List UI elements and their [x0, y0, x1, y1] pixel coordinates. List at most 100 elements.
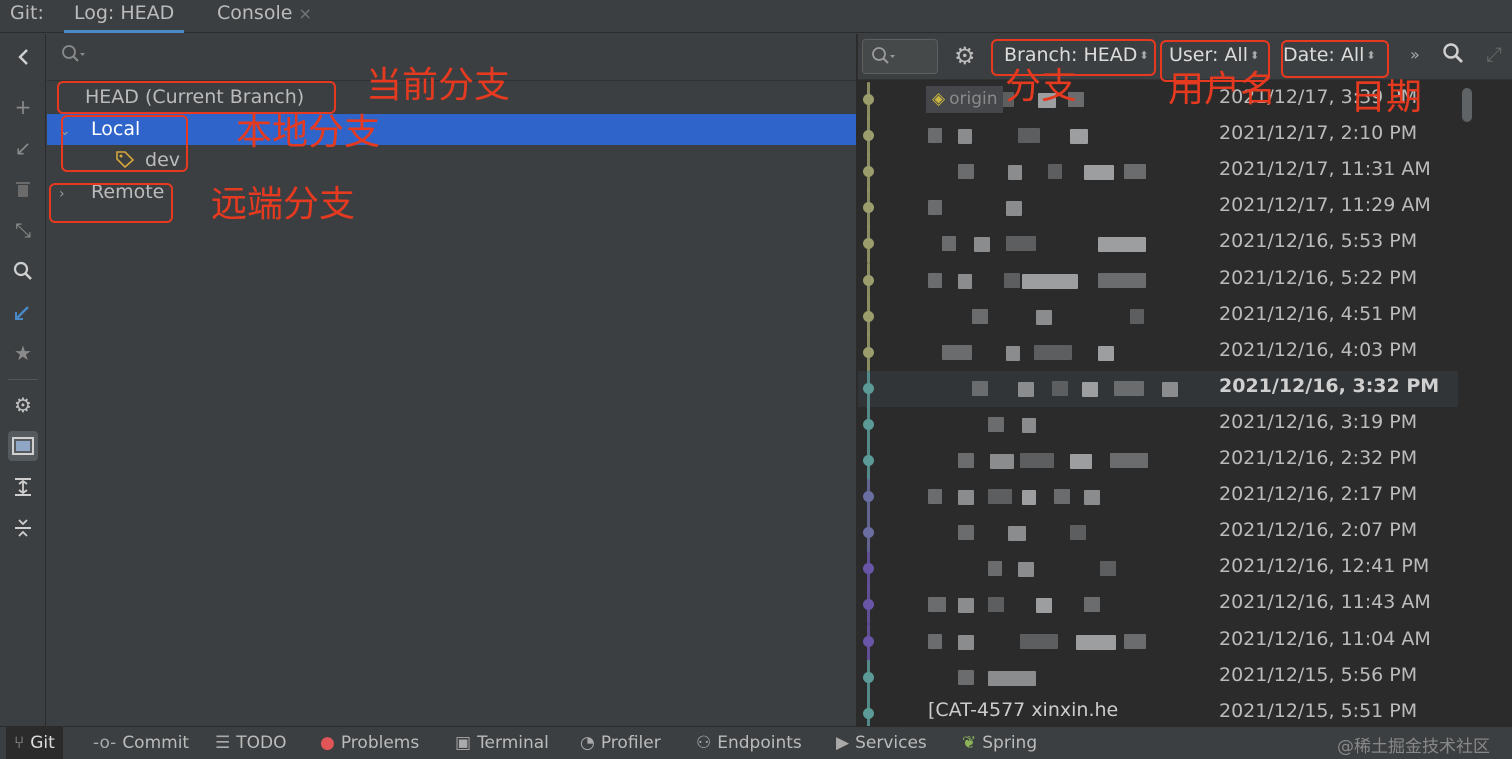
blurred-message-block — [1124, 164, 1146, 180]
pin-icon[interactable]: ⤢ — [1486, 42, 1502, 66]
annotation-current-branch: 当前分支 — [366, 65, 511, 106]
merge-icon[interactable]: ⤡ — [8, 215, 38, 245]
settings-icon[interactable]: ⚙ — [8, 390, 38, 420]
commit-row[interactable]: 2021/12/16, 2:32 PM — [858, 443, 1458, 481]
blurred-message-block — [988, 670, 1036, 686]
blurred-message-block — [942, 344, 972, 360]
commit-row[interactable]: 2021/12/16, 3:32 PM — [858, 370, 1458, 408]
branch-search-field[interactable] — [61, 44, 87, 69]
close-icon[interactable]: × — [298, 4, 311, 23]
bottom-tab-profiler-label: Profiler — [600, 733, 661, 753]
bottom-tab-commit[interactable]: -o- Commit — [93, 727, 189, 759]
blurred-message-block — [928, 597, 946, 613]
annotation-local-branch: 本地分支 — [236, 112, 381, 153]
tab-console[interactable]: Console × — [207, 0, 322, 33]
commit-row[interactable]: 2021/12/17, 2:10 PM — [858, 118, 1458, 156]
commit-row[interactable]: 2021/12/16, 12:41 PM — [858, 551, 1458, 589]
log-settings-icon[interactable]: ⚙ — [954, 42, 976, 70]
log-search-input[interactable] — [862, 39, 938, 74]
blurred-message-block — [958, 598, 974, 614]
watermark: @稀土掘金技术社区 — [1337, 737, 1490, 757]
panel-toggle-icon[interactable] — [8, 431, 38, 461]
commit-date: 2021/12/16, 5:22 PM — [1219, 266, 1418, 289]
more-filters-icon[interactable]: » — [1410, 45, 1420, 64]
spring-leaf-icon: ❦ — [962, 733, 977, 753]
bottom-tab-services[interactable]: ▶ Services — [836, 727, 927, 759]
commit-date: 2021/12/16, 5:53 PM — [1219, 230, 1418, 253]
blurred-message-block — [928, 200, 942, 216]
collapse-arrow-icon[interactable] — [8, 42, 38, 72]
commit-row[interactable]: 2021/12/16, 4:51 PM — [858, 298, 1458, 336]
annotation-box-date-filter — [1281, 40, 1389, 78]
delete-icon[interactable] — [8, 174, 38, 204]
commit-row[interactable]: 2021/12/16, 11:04 AM — [858, 623, 1458, 661]
toolbar-divider — [8, 379, 38, 380]
commit-log-panel: ⚙ Branch: HEAD ⬍ User: All ⬍ Date: All ⬍ » … — [858, 34, 1512, 733]
commit-row[interactable]: 2021/12/16, 2:07 PM — [858, 515, 1458, 553]
commit-row[interactable]: 2021/12/15, 5:56 PM — [858, 659, 1458, 697]
bottom-tab-problems-label: Problems — [340, 733, 420, 753]
blurred-message-block — [1008, 526, 1026, 542]
terminal-icon: ▣ — [455, 733, 472, 753]
blurred-message-block — [1130, 308, 1144, 324]
commit-date: 2021/12/16, 11:04 AM — [1219, 627, 1431, 650]
ref-label-origin: ◈ origin — [926, 86, 1004, 113]
commit-date: 2021/12/15, 5:51 PM — [1219, 699, 1418, 722]
find-icon[interactable] — [1442, 42, 1464, 70]
blurred-message-block — [1006, 345, 1020, 361]
search-icon — [872, 47, 895, 64]
blurred-message-block — [1022, 417, 1036, 433]
vertical-scrollbar[interactable] — [1462, 88, 1472, 122]
blurred-message-block — [958, 525, 974, 541]
commit-row[interactable]: 2021/12/16, 2:17 PM — [858, 479, 1458, 517]
checkout-icon[interactable]: ↙ — [8, 133, 38, 163]
edit-icon[interactable] — [8, 297, 38, 327]
error-icon: ● — [320, 733, 335, 753]
commit-row[interactable]: 2021/12/16, 4:03 PM — [858, 334, 1458, 372]
commit-date: 2021/12/16, 12:41 PM — [1219, 555, 1430, 578]
commit-date: 2021/12/16, 3:19 PM — [1219, 410, 1418, 433]
blurred-message-block — [1018, 381, 1034, 397]
tab-log-label: Log: HEAD — [74, 2, 175, 24]
commit-row[interactable]: 2021/12/17, 11:31 AM — [858, 154, 1458, 192]
annotation-box-head — [57, 81, 336, 114]
commit-row[interactable]: 2021/12/16, 3:19 PM — [858, 406, 1458, 444]
services-icon: ▶ — [836, 733, 850, 753]
commit-row[interactable]: 2021/12/16, 5:53 PM — [858, 226, 1458, 264]
bottom-tool-bar: ⑂ Git -o- Commit ☰ TODO ● Problems ▣ Terminal… — [0, 726, 1512, 759]
favorite-icon[interactable]: ★ — [8, 338, 38, 368]
expand-all-icon[interactable] — [8, 472, 38, 502]
graph-node — [863, 455, 874, 466]
bottom-tab-profiler[interactable]: ◔ Profiler — [580, 727, 661, 759]
bottom-tab-endpoints-label: Endpoints — [717, 733, 802, 753]
bottom-tab-git[interactable]: ⑂ Git — [6, 727, 63, 759]
bottom-tab-todo[interactable]: ☰ TODO — [215, 727, 287, 759]
graph-node — [863, 635, 874, 647]
blurred-message-block — [988, 597, 1004, 613]
blurred-message-block — [1114, 380, 1144, 396]
blurred-message-block — [1084, 490, 1100, 506]
bottom-tab-problems[interactable]: ● Problems — [320, 727, 419, 759]
commit-row[interactable]: 2021/12/17, 11:29 AM — [858, 190, 1458, 228]
tool-window-tab-bar: Git: Log: HEAD Console × — [0, 0, 1512, 33]
bottom-tab-spring[interactable]: ❦ Spring — [962, 727, 1037, 759]
blurred-message-block — [1036, 309, 1052, 325]
commit-row[interactable]: 2021/12/16, 11:43 AM — [858, 587, 1458, 625]
tab-log-head[interactable]: Log: HEAD — [64, 0, 185, 33]
blurred-message-block — [972, 308, 988, 324]
graph-node — [863, 310, 874, 322]
blurred-message-block — [958, 490, 974, 506]
add-icon[interactable]: + — [8, 92, 38, 122]
collapse-all-icon[interactable] — [8, 513, 38, 543]
blurred-message-block — [1048, 164, 1062, 180]
commit-row[interactable]: 2021/12/16, 5:22 PM — [858, 262, 1458, 300]
bottom-tab-endpoints[interactable]: ⚇ Endpoints — [696, 727, 802, 759]
search-icon[interactable] — [8, 256, 38, 286]
blurred-message-block — [958, 634, 974, 650]
blurred-message-block — [1098, 237, 1146, 253]
blurred-message-block — [1070, 525, 1086, 541]
bottom-tab-terminal[interactable]: ▣ Terminal — [455, 727, 549, 759]
commit-date: 2021/12/16, 11:43 AM — [1219, 591, 1431, 614]
blurred-message-block — [1020, 453, 1054, 468]
blurred-message-block — [928, 128, 942, 144]
